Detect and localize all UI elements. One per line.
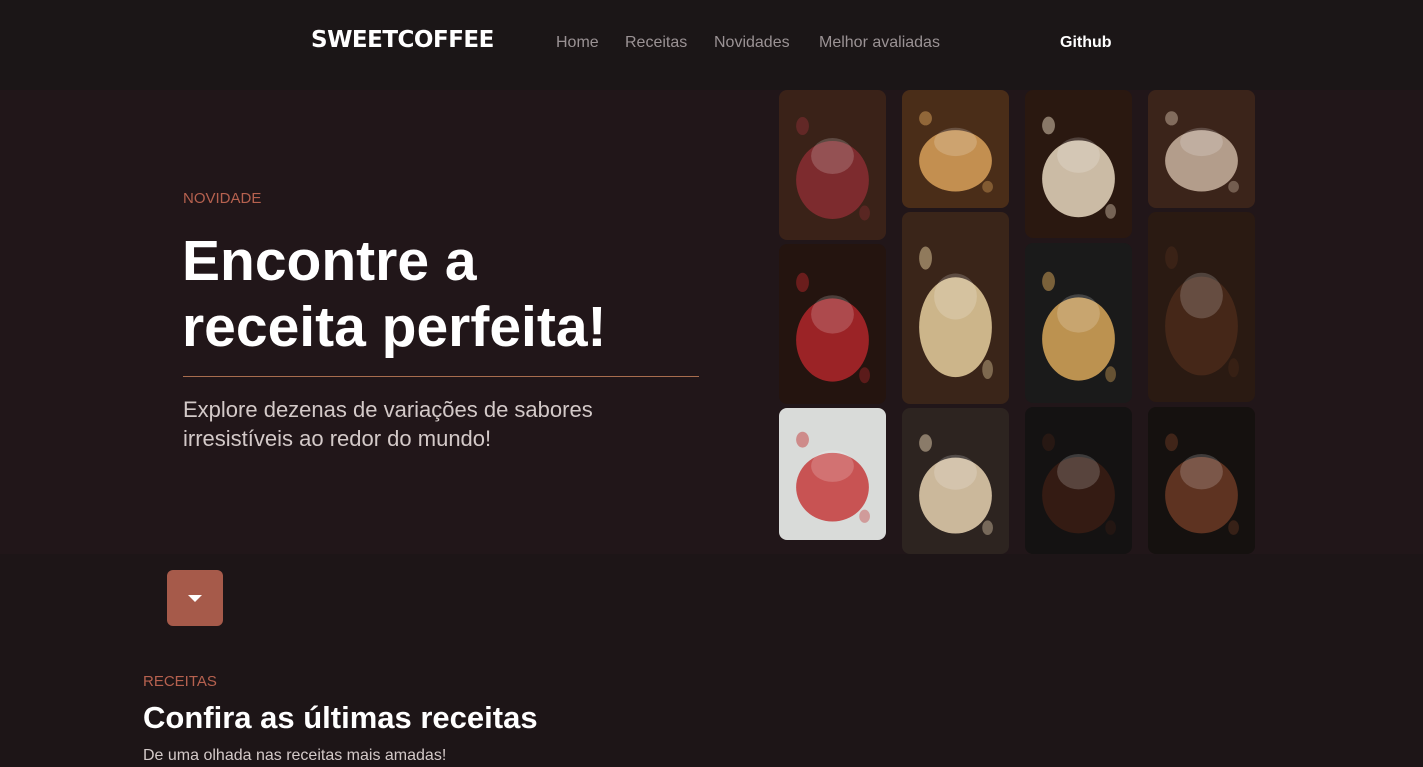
nav-link-novidades[interactable]: Novidades (714, 34, 790, 52)
gallery-image (1025, 407, 1132, 554)
nav-link-melhor-avaliadas[interactable]: Melhor avaliadas (819, 34, 940, 52)
hero-subtitle: Explore dezenas de variações de sabores … (183, 395, 703, 453)
hero-subtitle-line2: irresistíveis ao redor do mundo! (183, 426, 492, 451)
recipe-gallery (779, 90, 1255, 554)
gallery-image (1025, 243, 1132, 403)
gallery-image (1148, 212, 1255, 402)
hero-title: Encontre a receita perfeita! (182, 228, 607, 360)
recipes-title: Confira as últimas receitas (143, 700, 538, 735)
gallery-image (1148, 90, 1255, 208)
hero-title-line2: receita perfeita! (182, 295, 607, 359)
gallery-image (1148, 407, 1255, 554)
nav-link-receitas[interactable]: Receitas (625, 34, 687, 52)
recipes-subtitle: De uma olhada nas receitas mais amadas! (143, 747, 447, 764)
nav-link-home[interactable]: Home (556, 34, 599, 52)
gallery-image (902, 212, 1009, 404)
gallery-image (902, 90, 1009, 208)
hero-subtitle-line1: Explore dezenas de variações de sabores (183, 397, 593, 422)
chevron-down-icon (188, 594, 202, 602)
hero-divider (183, 376, 699, 377)
gallery-image (779, 408, 886, 540)
hero-eyebrow: NOVIDADE (183, 190, 262, 207)
gallery-image (1025, 90, 1132, 238)
scroll-down-button[interactable] (167, 570, 223, 626)
recipes-eyebrow: RECEITAS (143, 673, 217, 690)
gallery-image (902, 408, 1009, 554)
github-link[interactable]: Github (1060, 34, 1112, 52)
navbar: SWEETCOFFEE Home Receitas Novidades Melh… (0, 0, 1423, 90)
hero-title-line1: Encontre a (182, 229, 477, 293)
gallery-image (779, 244, 886, 404)
gallery-image (779, 90, 886, 240)
brand-logo[interactable]: SWEETCOFFEE (311, 27, 494, 53)
